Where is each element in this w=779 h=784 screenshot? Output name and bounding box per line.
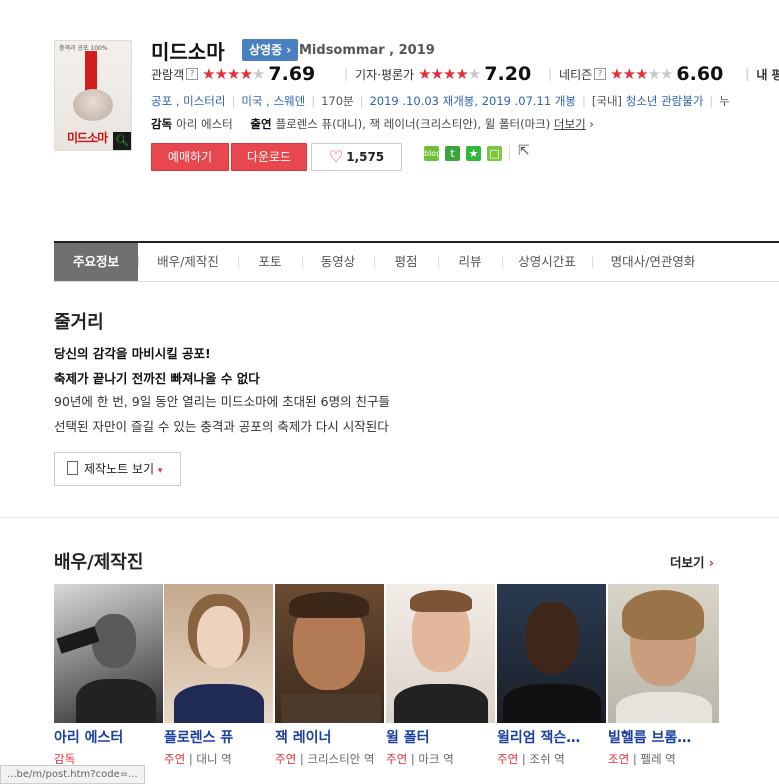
cast-role: 주연 | 마크 역: [386, 752, 454, 766]
credits-more-link[interactable]: 더보기: [554, 117, 586, 131]
cast-name[interactable]: 빌헬름 브롬…: [608, 727, 716, 747]
cast-name[interactable]: 윌 폴터: [386, 727, 498, 747]
info-overflow: 누: [719, 94, 730, 108]
rating-netizen: | 네티즌 ? ★★★★★ 6.60: [548, 63, 724, 85]
twitter-share-icon[interactable]: t: [445, 146, 460, 161]
cast-name[interactable]: 윌리엄 잭슨…: [497, 727, 605, 747]
tab-video[interactable]: 동영상: [302, 243, 374, 281]
age-grade-link[interactable]: 청소년 관람불가: [626, 94, 704, 108]
cast-photo[interactable]: [386, 584, 495, 723]
poster-art: [73, 89, 113, 121]
release-date[interactable]: 2019 .10.03 재개봉, 2019 .07.11 개봉: [369, 94, 576, 108]
movie-title[interactable]: 미드소마: [151, 36, 225, 65]
credits: 감독 아리 에스터 출연 플로렌스 퓨(대니), 잭 레이너(크리스티안), 윌 폴…: [151, 116, 594, 132]
synopsis-line: 당신의 감각을 마비시킬 공포!: [54, 346, 211, 361]
divider: [509, 145, 510, 161]
tab-cast-crew[interactable]: 배우/제작진: [138, 243, 238, 281]
tab-main-info[interactable]: 주요정보: [54, 243, 138, 281]
tab-review[interactable]: 리뷰: [438, 243, 502, 281]
other-share-icon[interactable]: □: [487, 146, 502, 161]
rating-mine[interactable]: | 내 평점: [738, 63, 779, 85]
rating-score: 7.20: [484, 63, 532, 85]
blog-share-icon[interactable]: blog: [424, 146, 441, 161]
status-bar-url: ...be/m/post.htm?code=...: [0, 765, 145, 784]
synopsis-line: 90년에 한 번, 9일 동안 열리는 미드소마에 초대된 6명의 친구들: [54, 394, 391, 409]
synopsis-line: 축제가 끝나기 전까진 빠져나올 수 없다: [54, 371, 260, 386]
cast-role: 주연 | 조쉬 역: [497, 752, 565, 766]
tab-rating[interactable]: 평점: [374, 243, 438, 281]
production-notes-button[interactable]: 제작노트 보기 ▾: [54, 452, 181, 486]
cast-role: 주연 | 대니 역: [164, 752, 232, 766]
cast-photo[interactable]: [275, 584, 384, 723]
like-count: 1,575: [346, 150, 385, 164]
tab-quotes-related[interactable]: 명대사/연관영화: [592, 243, 714, 281]
rating-label: 관람객: [151, 67, 185, 82]
poster-tagline: 충격과 공포 100%: [59, 45, 108, 52]
star-rating-icon: ★★★★★: [202, 65, 265, 83]
cast-photo[interactable]: [497, 584, 606, 723]
rating-label: 네티즌: [559, 67, 593, 82]
cast-label: 출연: [250, 117, 272, 131]
cast-more-link[interactable]: 더보기 ›: [670, 552, 714, 571]
rating-label: 기자·평론가: [355, 67, 415, 82]
zoom-icon[interactable]: 🔍︎: [113, 132, 131, 150]
cast-role: 주연 | 크리스티안 역: [275, 752, 375, 766]
tab-photo[interactable]: 포토: [238, 243, 302, 281]
star-rating-icon: ★★★★★: [610, 65, 673, 83]
grade-prefix: [국내]: [591, 94, 623, 108]
original-title-year: Midsommar , 2019: [299, 43, 435, 58]
rating-score: 6.60: [676, 63, 724, 85]
cast-name[interactable]: 플로렌스 퓨: [164, 727, 276, 747]
synopsis-line: 선택된 자만이 즐길 수 있는 충격과 공포의 축제가 다시 시작된다: [54, 419, 389, 434]
cast-heading: 배우/제작진: [54, 552, 144, 573]
rating-critics: | 기자·평론가 ★★★★★ 7.20: [344, 63, 532, 85]
like-button[interactable]: ♡ 1,575: [311, 143, 402, 171]
caret-down-icon: ▾: [157, 466, 163, 476]
reserve-button[interactable]: 예매하기: [151, 143, 229, 171]
movie-poster[interactable]: 충격과 공포 100% 미드소마 🔍︎: [54, 40, 132, 151]
cast-photo[interactable]: [54, 584, 163, 723]
cast-role: 조연 | 펠레 역: [608, 752, 676, 766]
download-button[interactable]: 다운로드: [231, 143, 307, 171]
director-link[interactable]: 아리 에스터: [176, 117, 233, 131]
genre-link[interactable]: 공포 , 미스터리: [151, 94, 225, 108]
movie-info: 공포 , 미스터리 | 미국 , 스웨덴 | 170분 | 2019 .10.03 재개봉,…: [151, 94, 730, 108]
rating-label[interactable]: 내 평점: [756, 66, 779, 83]
director-label: 감독: [151, 117, 173, 131]
country-link[interactable]: 미국 , 스웨덴: [241, 94, 305, 108]
export-share-icon[interactable]: ⇱: [518, 143, 530, 159]
cast-photo[interactable]: [164, 584, 273, 723]
status-badge[interactable]: 상영중 ›: [242, 39, 299, 61]
cast-name[interactable]: 아리 에스터: [54, 727, 166, 747]
heart-icon: ♡: [328, 147, 344, 166]
cast-name[interactable]: 잭 레이너: [275, 727, 387, 747]
chevron-right-icon: ›: [585, 117, 594, 131]
poster-logo: 미드소마: [67, 131, 108, 145]
bookmark-share-icon[interactable]: ★: [466, 146, 481, 161]
cast-photo[interactable]: [608, 584, 719, 723]
cast-links[interactable]: 플로렌스 퓨(대니), 잭 레이너(크리스티안), 윌 폴터(마크): [276, 117, 551, 131]
tab-showtimes[interactable]: 상영시간표: [502, 243, 592, 281]
star-rating-icon: ★★★★★: [418, 65, 481, 83]
document-icon: [67, 461, 78, 475]
runtime: 170분: [321, 94, 354, 108]
section-divider: [0, 517, 779, 518]
chevron-right-icon: ›: [708, 555, 715, 570]
tab-bar: 주요정보 배우/제작진 포토 동영상 평점 리뷰 상영시간표 명대사/연관영화: [54, 241, 779, 282]
rating-score: 7.69: [268, 63, 316, 85]
help-icon[interactable]: ?: [186, 68, 199, 80]
rating-audience: 관람객 ? ★★★★★ 7.69: [151, 63, 315, 85]
synopsis-heading: 줄거리: [54, 312, 104, 333]
help-icon[interactable]: ?: [594, 68, 607, 80]
